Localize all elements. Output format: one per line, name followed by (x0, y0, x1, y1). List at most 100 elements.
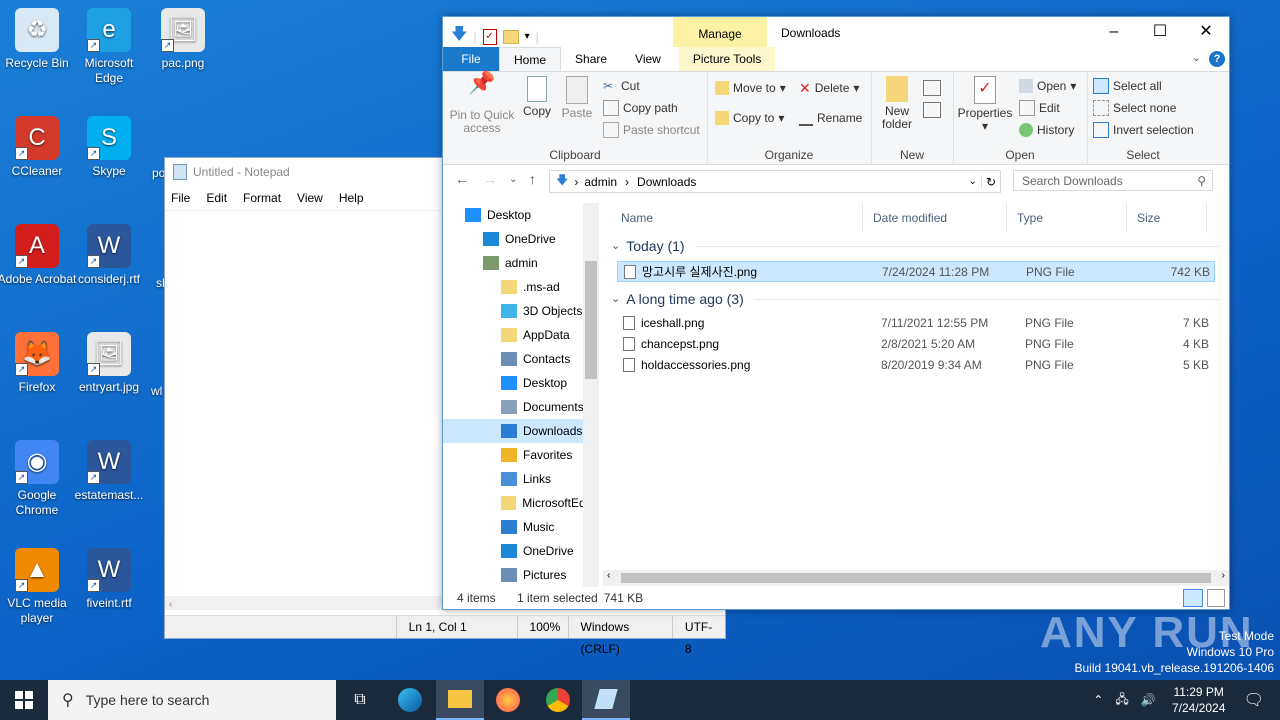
notepad-hscrollbar[interactable]: ‹ (165, 596, 443, 610)
taskbar-chrome[interactable] (534, 680, 582, 720)
nav-scrollbar[interactable] (583, 203, 599, 587)
desktop-icon-entryart-jpg[interactable]: 🖼 ↗ entryart.jpg (69, 332, 149, 395)
nav-item-links[interactable]: Links (443, 467, 599, 491)
new-folder-icon[interactable] (502, 29, 519, 44)
nav-item--ms-ad[interactable]: .ms-ad (443, 275, 599, 299)
properties-button[interactable]: ✓ Properties ▾ (957, 72, 1013, 133)
paste-button[interactable]: Paste (559, 72, 595, 120)
tab-share[interactable]: Share (561, 47, 621, 71)
nav-item-pictures[interactable]: Pictures (443, 563, 599, 587)
cut-button[interactable]: ✂ Cut (603, 76, 640, 96)
details-view-icon[interactable] (1183, 589, 1203, 607)
nav-item-favorites[interactable]: Favorites (443, 443, 599, 467)
large-icons-view-icon[interactable] (1207, 589, 1225, 607)
nav-item-onedrive[interactable]: OneDrive (443, 539, 599, 563)
file-row[interactable]: holdaccessories.png 8/20/2019 9:34 AM PNG … (617, 354, 1215, 375)
nav-item-desktop[interactable]: Desktop (443, 371, 599, 395)
tab-picture-tools[interactable]: Picture Tools (678, 47, 776, 71)
column-date-modified[interactable]: Date modified (863, 203, 1007, 233)
desktop-icon-fiveint-rtf[interactable]: W ↗ fiveint.rtf (69, 548, 149, 611)
desktop-icon-considerj-rtf[interactable]: W ↗ considerj.rtf (69, 224, 149, 287)
down-arrow-icon[interactable]: 🡇 (451, 23, 467, 50)
tab-home[interactable]: Home (499, 47, 562, 71)
maximize-button[interactable]: ☐ (1137, 17, 1183, 47)
new-folder-button[interactable]: New folder (877, 72, 917, 131)
notifications-icon[interactable]: 🗨 (1244, 690, 1264, 710)
desktop-icon-recycle-bin[interactable]: ♻ Recycle Bin (0, 8, 77, 71)
file-list-hscrollbar-thumb[interactable] (621, 573, 1211, 583)
back-arrow-icon[interactable]: ← (455, 171, 469, 187)
breadcrumb-admin[interactable]: admin (584, 175, 617, 189)
address-bar[interactable]: 🡇 › admin › Downloads ⌄ ↻ (549, 170, 1001, 193)
customize-dropdown-icon[interactable]: ▾ (525, 31, 530, 42)
easy-access-icon[interactable] (923, 102, 941, 118)
volume-icon[interactable]: 🔊 (1141, 693, 1156, 707)
copy-path-button[interactable]: Copy path (603, 98, 678, 118)
file-row[interactable]: chancepst.png 2/8/2021 5:20 AM PNG File 4 K… (617, 333, 1215, 354)
minimize-button[interactable]: – (1091, 17, 1137, 47)
desktop-icon-skype[interactable]: S ↗ Skype (69, 116, 149, 179)
nav-item-3d-objects[interactable]: 3D Objects (443, 299, 599, 323)
tab-file[interactable]: File (443, 47, 499, 71)
paste-shortcut-button[interactable]: Paste shortcut (603, 120, 700, 140)
desktop-icon-vlc-media-player[interactable]: ▲ ↗ VLC media player (0, 548, 77, 626)
menu-format[interactable]: Format (243, 191, 281, 205)
tab-manage[interactable]: Manage (673, 17, 767, 47)
taskbar-notepad[interactable] (582, 680, 630, 720)
taskbar-firefox[interactable] (484, 680, 532, 720)
select-all-button[interactable]: Select all (1093, 76, 1162, 96)
nav-item-downloads[interactable]: Downloads (443, 419, 599, 443)
taskbar-file-explorer[interactable] (436, 680, 484, 720)
nav-item-contacts[interactable]: Contacts (443, 347, 599, 371)
explorer-window[interactable]: 🡇 | ✓ ▾ | Manage Downloads – ☐ ✕ File Ho… (442, 16, 1230, 610)
clock[interactable]: 11:29 PM 7/24/2024 (1164, 684, 1234, 716)
notepad-text-area[interactable] (165, 211, 443, 591)
group-header[interactable]: ⌄ A long time ago (3) (603, 286, 1229, 312)
start-button[interactable] (0, 680, 48, 720)
pin-to-quick-access-button[interactable]: 📌 Pin to Quick access (449, 72, 515, 135)
up-arrow-icon[interactable]: ↑ (529, 171, 536, 187)
recent-locations-icon[interactable]: ⌄ (509, 174, 517, 185)
menu-edit[interactable]: Edit (206, 191, 227, 205)
explorer-titlebar[interactable]: 🡇 | ✓ ▾ | Manage Downloads – ☐ ✕ (443, 17, 1229, 47)
column-type[interactable]: Type (1007, 203, 1127, 233)
history-button[interactable]: History (1019, 120, 1074, 140)
file-row[interactable]: iceshall.png 7/11/2021 12:55 PM PNG File 7 … (617, 312, 1215, 333)
collapse-chevron-icon[interactable]: ⌄ (611, 286, 620, 312)
nav-item-desktop[interactable]: Desktop (443, 203, 599, 227)
menu-view[interactable]: View (297, 191, 323, 205)
column-size[interactable]: Size (1127, 203, 1207, 233)
desktop-icon-pac-png[interactable]: 🖼 ↗ pac.png (143, 8, 223, 71)
delete-button[interactable]: ✕ Delete ▾ (799, 78, 859, 98)
desktop-icon-estatemast-[interactable]: W ↗ estatemast... (69, 440, 149, 503)
properties-check-icon[interactable]: ✓ (482, 28, 497, 45)
copy-to-button[interactable]: Copy to ▾ (715, 108, 784, 128)
collapse-chevron-icon[interactable]: ⌄ (611, 233, 620, 259)
expand-ribbon-icon[interactable]: ⌄ (1192, 51, 1201, 64)
select-none-button[interactable]: Select none (1093, 98, 1176, 118)
address-dropdown-icon[interactable]: ⌄ (969, 176, 977, 187)
task-view-button[interactable]: ⧉ (336, 680, 384, 720)
invert-selection-button[interactable]: Invert selection (1093, 120, 1194, 140)
edit-button[interactable]: Edit (1019, 98, 1060, 118)
desktop-icon-adobe-acrobat[interactable]: A ↗ Adobe Acrobat (0, 224, 77, 287)
nav-item-admin[interactable]: admin (443, 251, 599, 275)
file-list-hscrollbar[interactable]: ‹ › (603, 570, 1229, 586)
nav-item-onedrive[interactable]: OneDrive (443, 227, 599, 251)
desktop-icon-partial-label[interactable]: wl (151, 384, 165, 399)
rename-button[interactable]: Rename (799, 108, 862, 128)
show-hidden-icons-icon[interactable]: ⌃ (1093, 693, 1103, 707)
desktop-icon-google-chrome[interactable]: ◉ ↗ Google Chrome (0, 440, 77, 518)
move-to-button[interactable]: Move to ▾ (715, 78, 786, 98)
column-name[interactable]: Name (603, 203, 863, 233)
nav-item-appdata[interactable]: AppData (443, 323, 599, 347)
nav-item-music[interactable]: Music (443, 515, 599, 539)
nav-scrollbar-thumb[interactable] (585, 261, 597, 379)
close-button[interactable]: ✕ (1183, 17, 1229, 47)
taskbar-edge[interactable] (386, 680, 434, 720)
taskbar-search-input[interactable]: ⚲ Type here to search (48, 680, 336, 720)
network-icon[interactable]: 🖧 (1115, 690, 1128, 711)
menu-help[interactable]: Help (339, 191, 364, 205)
desktop-icon-microsoft-edge[interactable]: e ↗ Microsoft Edge (69, 8, 149, 86)
nav-item-documents[interactable]: Documents (443, 395, 599, 419)
